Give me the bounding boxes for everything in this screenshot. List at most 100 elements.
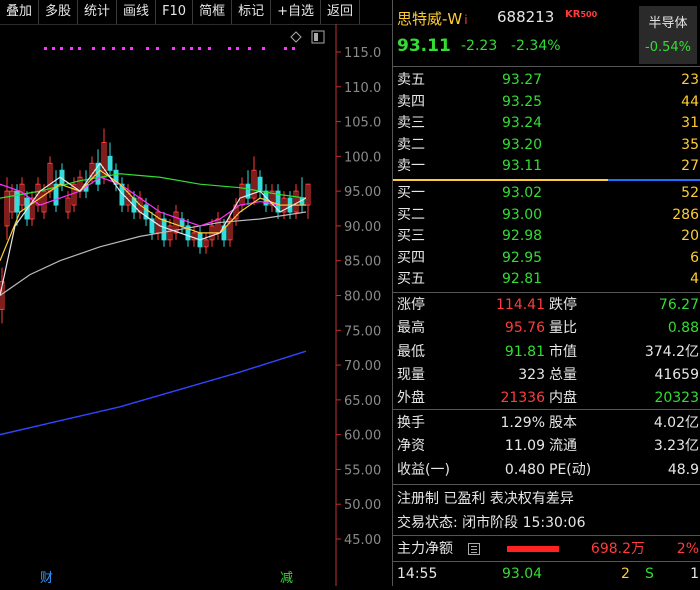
ask-price: 93.20 bbox=[502, 136, 543, 153]
candle-down bbox=[107, 155, 113, 171]
last-price: 93.11 bbox=[397, 36, 451, 56]
toolbar-button-1[interactable]: 多股 bbox=[39, 0, 79, 24]
divider bbox=[393, 409, 700, 410]
book-separator-accent bbox=[393, 179, 608, 181]
bid-level-label: 买二 bbox=[397, 206, 425, 223]
signal-dot bbox=[78, 47, 81, 50]
y-tick-label: 95.00 bbox=[344, 185, 381, 200]
bid-price: 92.95 bbox=[502, 249, 543, 266]
signal-dot bbox=[130, 47, 133, 50]
stat-label: 现量 bbox=[397, 366, 425, 383]
main-flow-bar bbox=[507, 546, 559, 552]
y-tick-label: 50.00 bbox=[344, 498, 381, 513]
bid-volume: 52 bbox=[681, 185, 699, 201]
main-flow-row[interactable]: 主力净额 698.2万 2% bbox=[393, 538, 700, 560]
ask-row[interactable]: 卖五 93.27 23 bbox=[393, 70, 700, 91]
registration-info: 注册制 已盈利 表决权有差异 bbox=[397, 491, 574, 507]
sector-name: 半导体 bbox=[648, 16, 688, 31]
stat-label: 换手 bbox=[397, 415, 425, 431]
stat-value: 0.480 bbox=[504, 461, 545, 478]
stat-value: 95.76 bbox=[504, 320, 545, 337]
bid-row[interactable]: 买四 92.95 6 bbox=[393, 248, 700, 269]
stat-row: 涨停 114.41 跌停 76.27 bbox=[393, 294, 700, 316]
bid-level-label: 买一 bbox=[397, 185, 425, 201]
ask-volume: 35 bbox=[681, 136, 699, 153]
bid-volume: 286 bbox=[672, 206, 699, 223]
candle-down bbox=[257, 176, 263, 192]
y-tick-label: 80.00 bbox=[344, 290, 381, 305]
stat-row: 现量 323 总量 41659 bbox=[393, 364, 700, 386]
stock-code: 688213 bbox=[497, 8, 555, 26]
signal-dot bbox=[70, 47, 73, 50]
sector-button[interactable]: 半导体 -0.54% bbox=[639, 6, 697, 64]
main-flow-label: 主力净额 bbox=[397, 541, 453, 557]
ask-price: 93.27 bbox=[502, 72, 543, 88]
price-change: -2.23 bbox=[461, 38, 498, 54]
stat-value: 48.9 bbox=[667, 461, 699, 478]
toolbar-button-8[interactable]: 返回 bbox=[321, 0, 361, 24]
ask-row[interactable]: 卖四 93.25 44 bbox=[393, 92, 700, 113]
ask-level-label: 卖一 bbox=[397, 158, 425, 174]
stat-label: 跌停 bbox=[549, 297, 577, 313]
tick-volume: 2 bbox=[621, 566, 630, 582]
stat-label: 流通 bbox=[549, 438, 577, 455]
bid-price: 93.00 bbox=[502, 206, 543, 223]
signal-dot bbox=[208, 47, 211, 50]
reduce-marker: 减 bbox=[280, 571, 293, 586]
ask-level-label: 卖五 bbox=[397, 72, 425, 88]
stat-label: 股本 bbox=[549, 415, 577, 431]
list-icon[interactable] bbox=[468, 543, 480, 555]
stat-label: PE(动) bbox=[549, 461, 592, 478]
toolbar-button-0[interactable]: 叠加 bbox=[0, 0, 40, 24]
bid-level-label: 买五 bbox=[397, 271, 425, 287]
signal-dot bbox=[262, 47, 265, 50]
stat-value: 20323 bbox=[654, 390, 699, 407]
tick-side: S bbox=[645, 566, 654, 582]
y-tick-label: 65.00 bbox=[344, 394, 381, 409]
ask-row[interactable]: 卖三 93.24 31 bbox=[393, 113, 700, 134]
bid-row[interactable]: 买三 92.98 20 bbox=[393, 226, 700, 247]
bid-row[interactable]: 买五 92.81 4 bbox=[393, 269, 700, 290]
stat-value: 91.81 bbox=[504, 343, 545, 360]
y-tick-label: 110.0 bbox=[344, 81, 381, 96]
signal-dot bbox=[60, 47, 63, 50]
signal-dot bbox=[198, 47, 201, 50]
toolbar-button-6[interactable]: 标记 bbox=[232, 0, 272, 24]
y-tick-label: 55.00 bbox=[344, 463, 381, 478]
toolbar-button-3[interactable]: 画线 bbox=[117, 0, 157, 24]
y-tick-label: 115.0 bbox=[344, 46, 381, 61]
y-tick-label: 100.0 bbox=[344, 150, 381, 165]
stat-label: 总量 bbox=[549, 366, 577, 383]
stat-value: 4.02亿 bbox=[653, 415, 699, 431]
stat-value: 76.27 bbox=[658, 297, 699, 313]
signal-dot bbox=[172, 47, 175, 50]
bid-row[interactable]: 买二 93.00 286 bbox=[393, 205, 700, 226]
bid-row[interactable]: 买一 93.02 52 bbox=[393, 183, 700, 204]
sector-change-pct: -0.54% bbox=[645, 40, 691, 55]
ask-row[interactable]: 卖二 93.20 35 bbox=[393, 135, 700, 156]
ask-level-label: 卖二 bbox=[397, 136, 425, 153]
stat-row: 最低 91.81 市值 374.2亿 bbox=[393, 341, 700, 363]
divider bbox=[393, 561, 700, 562]
tick-price: 93.04 bbox=[502, 566, 543, 582]
stat-value: 3.23亿 bbox=[653, 438, 699, 455]
ask-row[interactable]: 卖一 93.11 27 bbox=[393, 156, 700, 177]
kline-chart[interactable]: 115.0 110.0 105.0 100.0 95.00 90.00 85.00 80.00… bbox=[0, 24, 392, 586]
trade-status: 交易状态: 闭市阶段 15:30:06 bbox=[397, 515, 586, 531]
stat-label: 最高 bbox=[397, 320, 425, 337]
toolbar-button-7[interactable]: +自选 bbox=[271, 0, 322, 24]
divider bbox=[393, 484, 700, 485]
bid-volume: 4 bbox=[690, 271, 699, 287]
signal-dot bbox=[292, 47, 295, 50]
toolbar-button-4[interactable]: F10 bbox=[156, 0, 194, 24]
toolbar-button-5[interactable]: 简框 bbox=[193, 0, 233, 24]
stat-label: 收益(一) bbox=[397, 461, 450, 478]
divider bbox=[393, 292, 700, 293]
signal-dot bbox=[190, 47, 193, 50]
y-tick-label: 45.00 bbox=[344, 533, 381, 548]
stat-label: 内盘 bbox=[549, 390, 577, 407]
panel-toggle-icon-fill bbox=[314, 33, 318, 41]
bid-price: 92.98 bbox=[502, 228, 543, 244]
divider bbox=[393, 535, 700, 536]
toolbar-button-2[interactable]: 统计 bbox=[78, 0, 118, 24]
